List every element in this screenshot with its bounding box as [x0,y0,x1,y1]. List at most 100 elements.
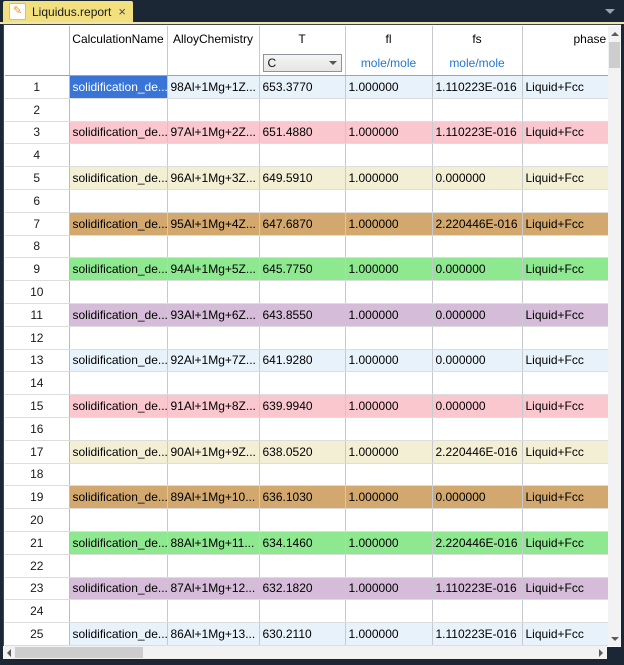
cell-phase[interactable] [522,326,608,350]
cell-chem[interactable] [167,280,260,304]
cell-chem[interactable] [167,417,260,441]
scroll-down-button[interactable] [608,631,621,646]
cell-phase[interactable]: Liquid+Fcc [522,577,608,601]
cell-t[interactable]: 630.2110 [259,622,346,646]
cell-fl[interactable] [345,554,433,578]
cell-name[interactable]: solidification_de... [69,622,168,646]
cell-chem[interactable]: 96Al+1Mg+3Z... [167,166,260,190]
cell-fs[interactable]: 2.220446E-016 [432,212,523,236]
cell-t[interactable]: 636.1030 [259,485,346,510]
row-number[interactable]: 9 [5,257,70,282]
close-icon[interactable]: × [117,5,127,18]
cell-fl[interactable] [345,599,433,624]
cell-chem[interactable]: 97Al+1Mg+2Z... [167,121,260,145]
cell-name[interactable]: solidification_de... [69,577,168,601]
selected-cell[interactable]: solidification_de... [69,75,168,99]
cell-fl[interactable]: 1.000000 [345,622,433,646]
cell-name[interactable]: solidification_de... [69,531,168,555]
cell-fl[interactable]: 1.000000 [345,394,433,418]
cell-fs[interactable]: 0.000000 [432,166,523,190]
row-number[interactable]: 11 [5,303,70,327]
cell-name[interactable] [69,371,168,396]
cell-t[interactable]: 641.9280 [259,349,346,373]
cell-name[interactable]: solidification_de... [69,303,168,327]
cell-chem[interactable] [167,508,260,532]
cell-fs[interactable] [432,235,523,259]
cell-name[interactable] [69,189,168,213]
row-number[interactable]: 10 [5,280,70,304]
cell-phase[interactable]: Liquid+Fcc [522,485,608,510]
horizontal-scrollbar[interactable] [3,646,607,659]
cell-phase[interactable] [522,189,608,213]
cell-phase[interactable] [522,235,608,259]
cell-name[interactable]: solidification_de... [69,394,168,418]
column-header-fl[interactable]: fl [345,26,433,51]
cell-phase[interactable]: Liquid+Fcc [522,166,608,190]
cell-chem[interactable] [167,326,260,350]
cell-fs[interactable] [432,189,523,213]
cell-t[interactable] [259,235,346,259]
cell-fs[interactable] [432,554,523,578]
cell-fl[interactable] [345,508,433,532]
cell-t[interactable]: 651.4880 [259,121,346,145]
cell-name[interactable] [69,417,168,441]
cell-fl[interactable]: 1.000000 [345,577,433,601]
cell-t[interactable] [259,599,346,624]
row-number[interactable]: 13 [5,349,70,373]
cell-chem[interactable]: 91Al+1Mg+8Z... [167,394,260,418]
horizontal-scroll-thumb[interactable] [15,647,143,658]
cell-fl[interactable] [345,280,433,304]
cell-t[interactable] [259,508,346,532]
row-number[interactable]: 4 [5,143,70,168]
cell-fl[interactable] [345,98,433,122]
cell-t[interactable]: 634.1460 [259,531,346,555]
cell-phase[interactable]: Liquid+Fcc [522,531,608,555]
cell-chem[interactable] [167,143,260,168]
cell-fl[interactable] [345,463,433,487]
cell-chem[interactable]: 98Al+1Mg+1Z... [167,75,260,99]
cell-t[interactable]: 649.5910 [259,166,346,190]
cell-fs[interactable]: 1.110223E-016 [432,622,523,646]
cell-fs[interactable] [432,463,523,487]
row-number[interactable]: 22 [5,554,70,578]
cell-fs[interactable] [432,371,523,396]
cell-fl[interactable]: 1.000000 [345,121,433,145]
cell-chem[interactable] [167,235,260,259]
cell-t[interactable] [259,417,346,441]
cell-name[interactable]: solidification_de... [69,349,168,373]
cell-t[interactable] [259,280,346,304]
cell-chem[interactable]: 93Al+1Mg+6Z... [167,303,260,327]
cell-name[interactable]: solidification_de... [69,121,168,145]
cell-chem[interactable]: 86Al+1Mg+13... [167,622,260,646]
cell-fl[interactable] [345,417,433,441]
cell-phase[interactable] [522,599,608,624]
cell-fl[interactable] [345,189,433,213]
cell-t[interactable]: 645.7750 [259,257,346,282]
row-number[interactable]: 15 [5,394,70,418]
row-number[interactable]: 18 [5,463,70,487]
row-number[interactable]: 21 [5,531,70,555]
cell-name[interactable]: solidification_de... [69,212,168,236]
cell-t[interactable]: 647.6870 [259,212,346,236]
cell-fl[interactable] [345,371,433,396]
row-number[interactable]: 14 [5,371,70,396]
cell-t[interactable]: 653.3770 [259,75,346,99]
cell-fs[interactable] [432,143,523,168]
column-header-calculation-name[interactable]: CalculationName [69,26,168,51]
cell-fl[interactable]: 1.000000 [345,531,433,555]
row-number[interactable]: 5 [5,166,70,190]
cell-fs[interactable]: 0.000000 [432,485,523,510]
tab-liquidus-report[interactable]: ✎ Liquidus.report × [3,1,133,22]
cell-t[interactable] [259,371,346,396]
cell-fs[interactable]: 0.000000 [432,349,523,373]
cell-phase[interactable] [522,508,608,532]
cell-fl[interactable] [345,326,433,350]
cell-fs[interactable]: 2.220446E-016 [432,531,523,555]
cell-chem[interactable] [167,189,260,213]
row-number[interactable]: 20 [5,508,70,532]
cell-phase[interactable]: Liquid+Fcc [522,303,608,327]
cell-phase[interactable]: Liquid+Fcc [522,622,608,646]
cell-t[interactable]: 639.9940 [259,394,346,418]
cell-phase[interactable]: Liquid+Fcc [522,257,608,282]
cell-fl[interactable]: 1.000000 [345,75,433,99]
